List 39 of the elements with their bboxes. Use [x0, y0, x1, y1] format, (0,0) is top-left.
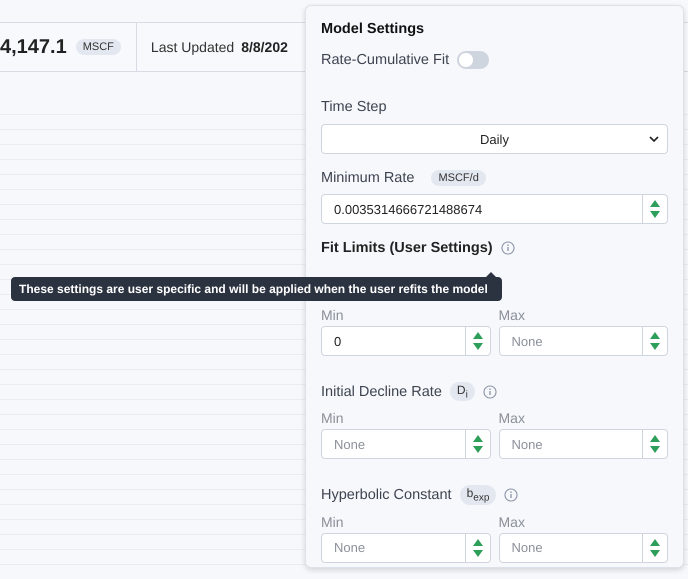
chevron-icon [649, 136, 659, 142]
unit-label: MSCF/d [431, 170, 486, 186]
field-label: Initial Decline Rate [321, 384, 442, 400]
number-input[interactable]: 0 [322, 327, 464, 355]
number-field[interactable]: None [498, 326, 668, 356]
toggle-switch[interactable] [457, 51, 490, 69]
number-field[interactable]: None [498, 532, 668, 563]
unit-label: MSCF [76, 39, 121, 55]
field-label: Max [498, 307, 526, 323]
time-step-select[interactable]: Daily [321, 124, 668, 154]
panel-title: Model Settings [321, 21, 426, 37]
number-input[interactable]: None [500, 534, 642, 562]
field-label: Hyperbolic Constant [321, 487, 452, 504]
field-label: Min [321, 514, 345, 530]
number-input[interactable]: None [500, 430, 642, 458]
number-field[interactable]: None [321, 429, 490, 460]
field-label: Min [321, 307, 345, 323]
tooltip-arrow [486, 272, 496, 277]
number-input[interactable]: None [500, 327, 642, 355]
symbol-label: b$_{exp}$ [460, 485, 496, 505]
section-title: Fit Limits (User Settings) [321, 240, 493, 256]
updated-date: 8/8/202 [241, 39, 288, 55]
field-label: Min [321, 410, 345, 426]
number-field[interactable]: None [321, 532, 490, 563]
number-field[interactable]: 0 [321, 326, 490, 356]
info-icon[interactable] [504, 488, 518, 502]
number-input[interactable]: None [322, 430, 464, 458]
info-icon[interactable] [482, 384, 497, 399]
total-value: 4,147.1 [0, 36, 67, 58]
symbol-label: D$_{i}$ [450, 382, 475, 402]
updated-label: Last Updated [150, 39, 234, 55]
info-icon[interactable] [500, 241, 515, 255]
field-label: Time Step [321, 99, 388, 115]
number-input[interactable]: None [322, 534, 464, 562]
number-field[interactable]: None [498, 429, 668, 460]
field-label: Minimum Rate [321, 170, 414, 186]
field-label: Max [498, 410, 526, 426]
field-label: Max [498, 514, 526, 530]
toggle-label: Rate-Cumulative Fit [321, 52, 450, 68]
